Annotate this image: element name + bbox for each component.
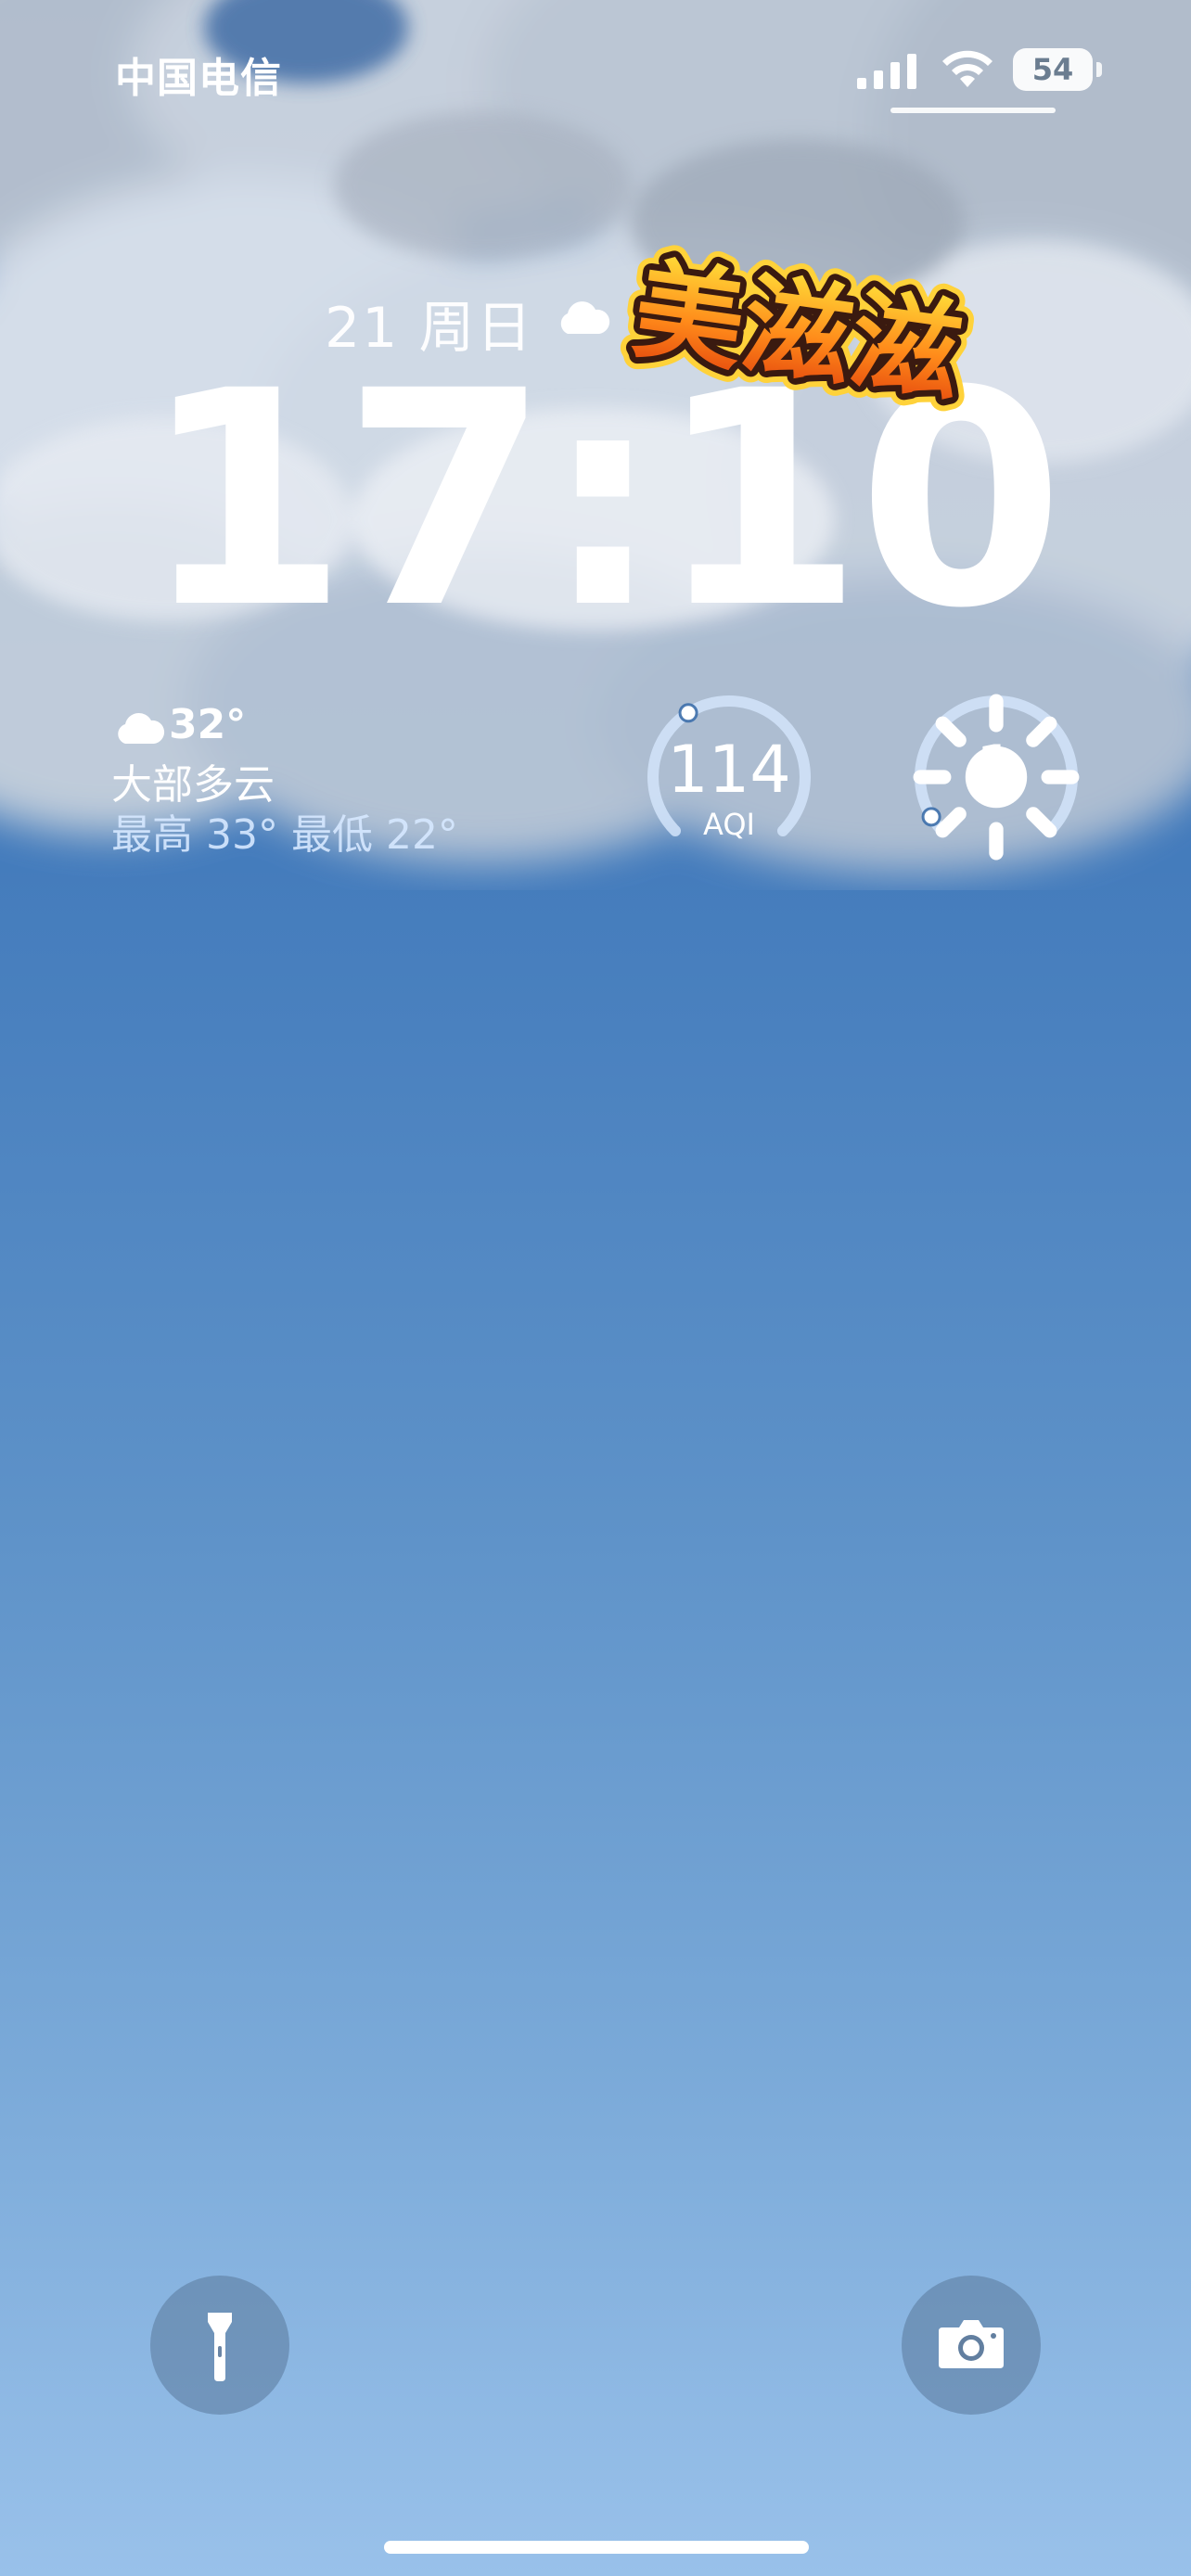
status-bar: 中国电信 54 [0,0,1191,139]
battery-indicator: 54 [1013,48,1102,91]
sticker-image: 美滋滋 美滋滋 美滋滋 [614,233,981,429]
high-low-temperature: 最高 33° 最低 22° [111,811,458,859]
aqi-widget[interactable]: 114 AQI [644,692,814,862]
battery-level: 54 [1013,48,1093,91]
home-indicator[interactable] [384,2541,809,2554]
wifi-icon [942,50,992,87]
battery-cap [1096,62,1102,77]
current-temperature: 32° [169,701,247,748]
weather-widget[interactable]: 32° 大部多云 最高 33° 最低 22° [111,701,482,859]
carrier-name: 中国电信 [115,55,282,102]
sun-icon [913,694,1080,861]
aqi-label: AQI [703,807,755,842]
svg-text:美滋滋: 美滋滋 [626,245,969,417]
uv-index-widget[interactable]: 1 [911,692,1082,862]
cellular-signal-icon [857,54,916,89]
camera-button[interactable] [902,2276,1041,2415]
control-center-indicator[interactable] [890,108,1056,113]
camera-icon [939,2320,1004,2368]
flashlight-icon [208,2313,232,2381]
flashlight-button[interactable] [150,2276,289,2415]
cloud-icon [118,712,165,744]
aqi-value: 114 [667,732,791,808]
